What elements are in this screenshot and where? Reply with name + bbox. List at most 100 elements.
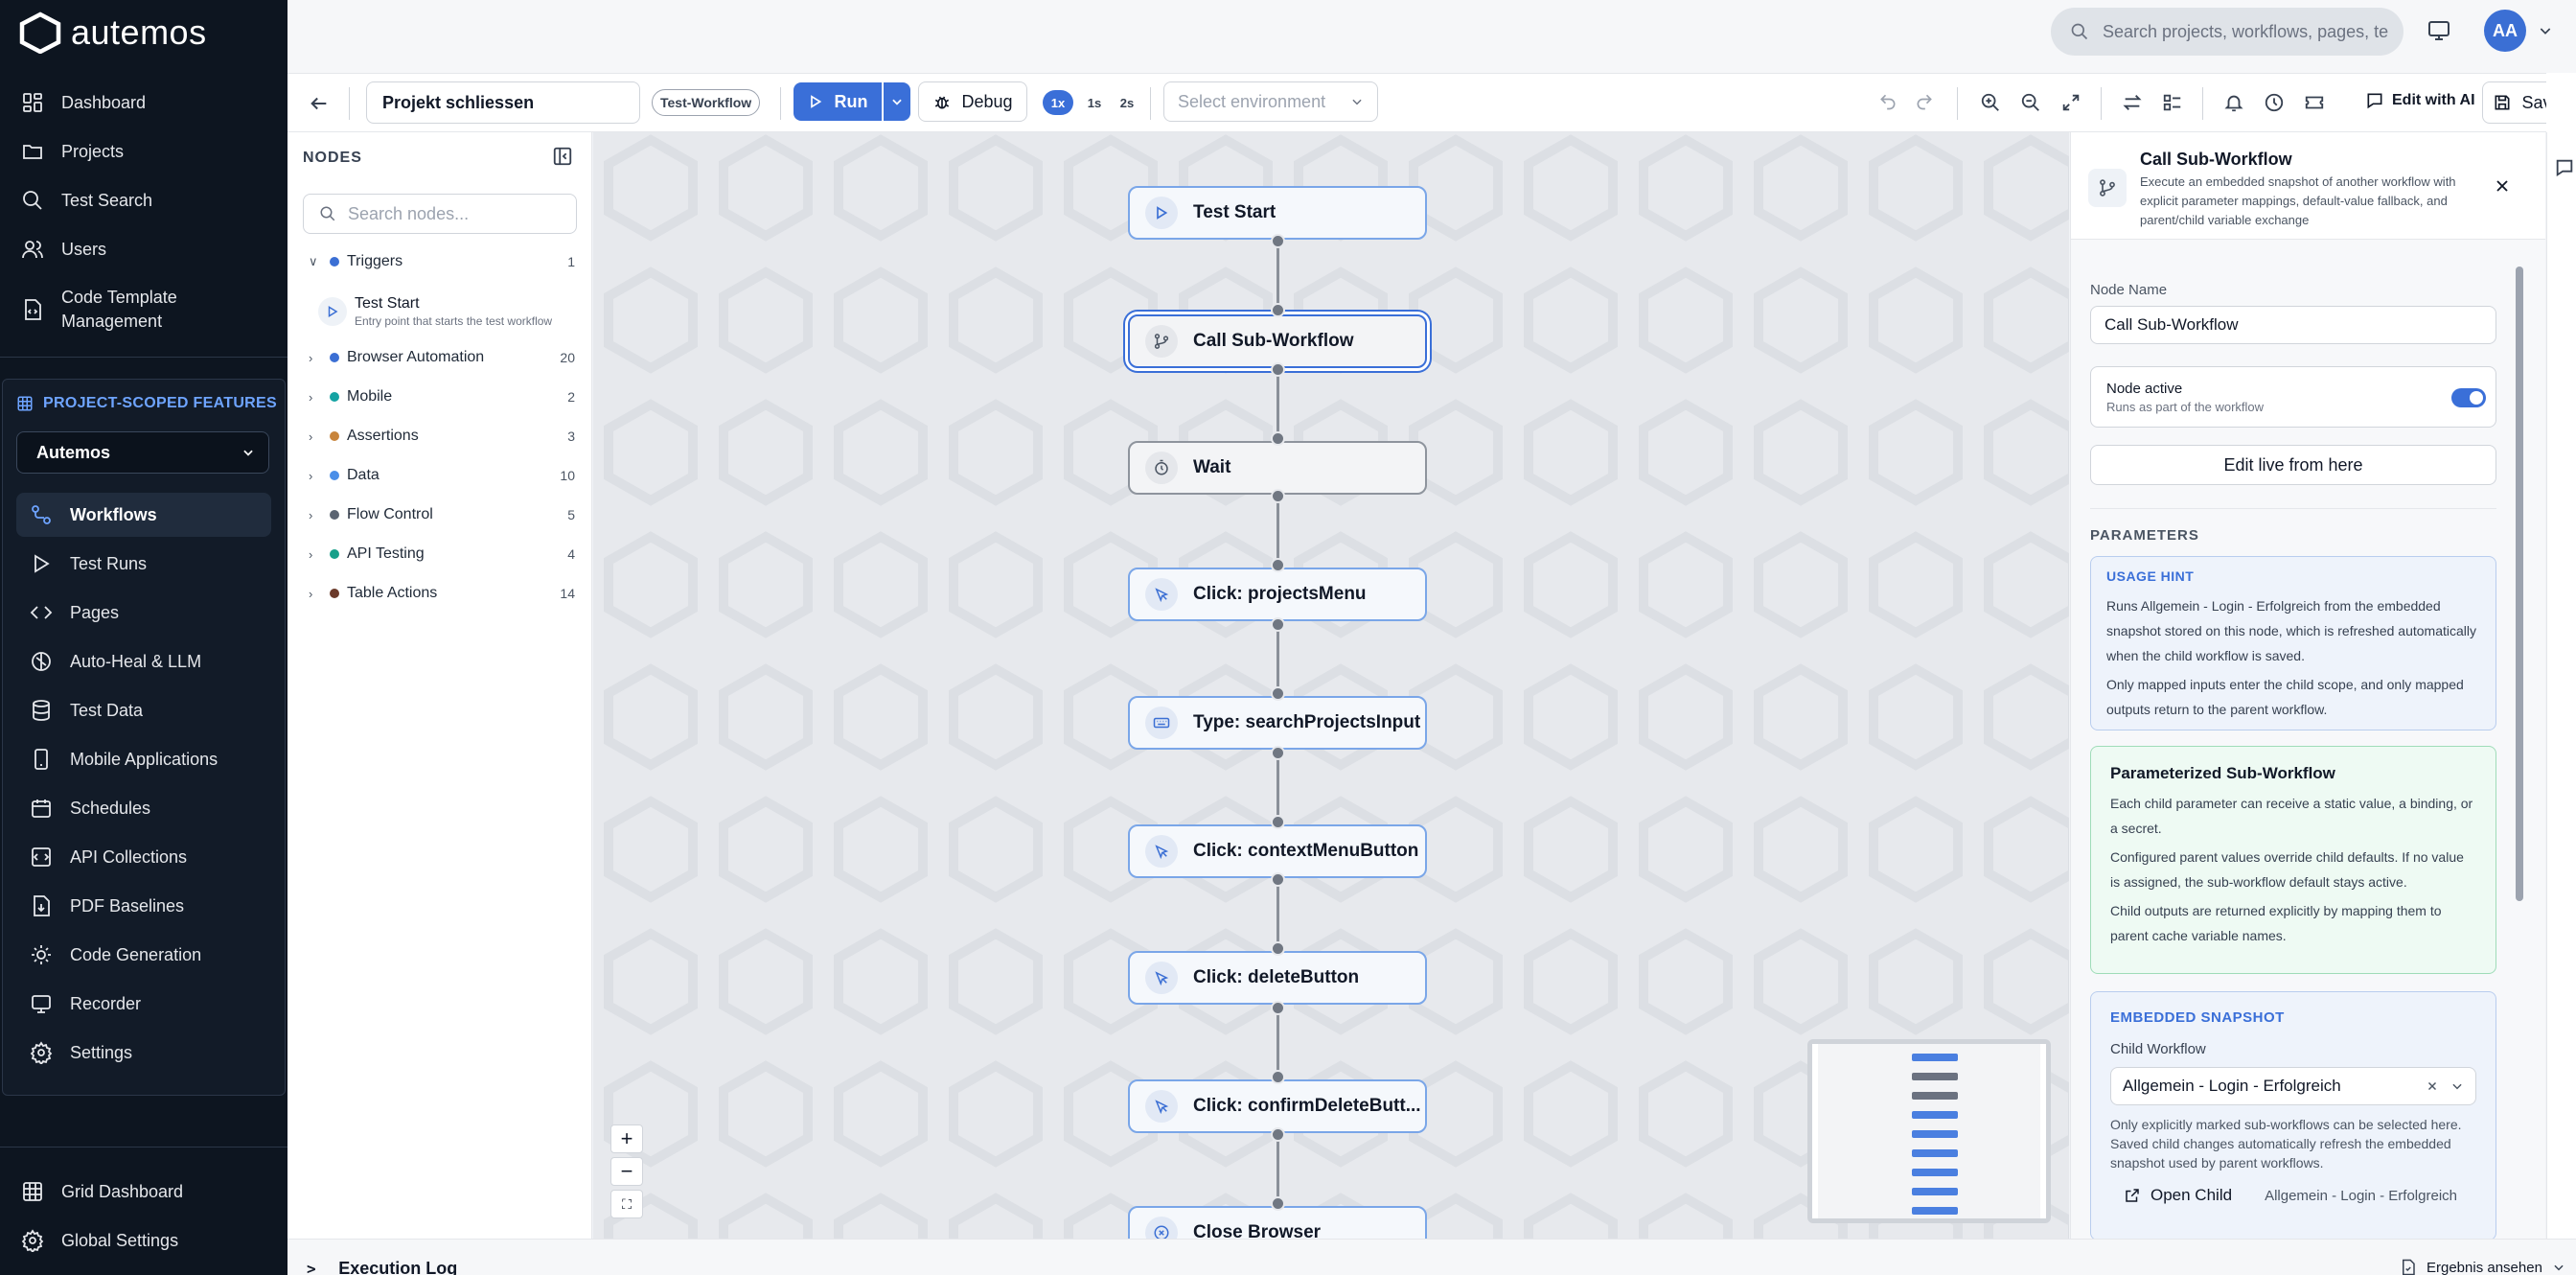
edit-live-button[interactable]: Edit live from here — [2090, 445, 2496, 485]
sidebar-item-dashboard[interactable]: Dashboard — [13, 81, 274, 125]
sidebar-item-grid-dashboard[interactable]: Grid Dashboard — [13, 1170, 274, 1214]
sidebar-item-settings[interactable]: Settings — [16, 1031, 271, 1075]
node-output-port[interactable] — [1271, 1001, 1285, 1015]
sidebar-item-recorder[interactable]: Recorder — [16, 982, 271, 1026]
workflow-name-input[interactable]: Projekt schliessen — [366, 81, 640, 124]
workflow-node-click-context-menu-button[interactable]: Click: contextMenuButton — [1128, 824, 1427, 878]
close-icon[interactable] — [2493, 176, 2512, 196]
user-avatar[interactable]: AA — [2484, 10, 2526, 52]
node-output-port[interactable] — [1271, 362, 1285, 377]
sidebar-item-test-data[interactable]: Test Data — [16, 688, 271, 732]
sidebar-item-pages[interactable]: Pages — [16, 591, 271, 635]
collapse-panel-icon[interactable] — [552, 146, 573, 167]
speed-option-1s[interactable]: 1s — [1083, 90, 1106, 115]
sidebar-item-test-search[interactable]: Test Search — [13, 178, 274, 222]
node-input-port[interactable] — [1271, 1070, 1285, 1084]
clear-icon[interactable] — [2426, 1079, 2439, 1093]
scrollbar-thumb[interactable] — [2516, 267, 2523, 901]
back-arrow-icon[interactable] — [309, 93, 330, 114]
node-name-input[interactable]: Call Sub-Workflow — [2090, 306, 2496, 344]
bell-icon[interactable] — [2223, 92, 2244, 113]
undo-icon[interactable] — [1878, 92, 1898, 111]
global-search-input[interactable]: Search projects, workflows, pages, te — [2051, 8, 2404, 56]
node-active-toggle[interactable] — [2451, 388, 2486, 407]
run-button[interactable]: Run — [794, 82, 882, 121]
edit-with-ai-button[interactable]: Edit with AI — [2365, 91, 2475, 110]
ticket-icon[interactable] — [2304, 92, 2325, 113]
node-category-api-testing[interactable]: › API Testing 4 — [309, 540, 575, 568]
zoom-in-icon[interactable] — [1980, 92, 2001, 113]
node-output-port[interactable] — [1271, 489, 1285, 503]
sidebar-item-code-template-management[interactable]: Code Template Management — [13, 280, 274, 339]
fit-view-button[interactable]: ⛶ — [610, 1190, 643, 1218]
workflow-node-wait[interactable]: Wait — [1128, 441, 1427, 495]
node-output-port[interactable] — [1271, 872, 1285, 887]
history-icon[interactable] — [2264, 92, 2285, 113]
workflow-node-type-search-projects-input[interactable]: Type: searchProjectsInput — [1128, 696, 1427, 750]
speed-option-2s[interactable]: 2s — [1116, 90, 1138, 115]
node-output-port[interactable] — [1271, 746, 1285, 760]
node-output-port[interactable] — [1271, 1127, 1285, 1142]
sidebar-item-pdf-baselines[interactable]: PDF Baselines — [16, 884, 271, 928]
node-category-data[interactable]: › Data 10 — [309, 461, 575, 490]
app-logo[interactable]: autemos — [17, 12, 207, 54]
workflow-node-click-confirm-delete-button[interactable]: Click: confirmDeleteButt... — [1128, 1079, 1427, 1133]
node-item-test-start[interactable]: Test Start Entry point that starts the t… — [318, 290, 577, 334]
canvas-minimap[interactable] — [1807, 1039, 2051, 1223]
node-category-browser-automation[interactable]: › Browser Automation 20 — [309, 343, 575, 372]
sidebar-item-mobile-applications[interactable]: Mobile Applications — [16, 737, 271, 781]
speed-option-1x[interactable]: 1x — [1043, 90, 1073, 115]
monitor-icon[interactable] — [2426, 19, 2451, 42]
node-category-triggers[interactable]: ∨ Triggers 1 — [309, 247, 575, 276]
checklist-icon[interactable] — [2162, 92, 2183, 113]
node-search-input[interactable]: Search nodes... — [303, 194, 577, 234]
comment-icon[interactable] — [2553, 157, 2576, 178]
workflow-node-call-sub-workflow[interactable]: Call Sub-Workflow — [1128, 314, 1427, 368]
node-category-flow-control[interactable]: › Flow Control 5 — [309, 500, 575, 529]
fit-view-icon[interactable] — [2060, 92, 2082, 113]
zoom-out-icon[interactable] — [2020, 92, 2041, 113]
node-input-port[interactable] — [1271, 941, 1285, 956]
sidebar-item-code-generation[interactable]: Code Generation — [16, 933, 271, 977]
run-options-button[interactable] — [884, 82, 910, 121]
environment-select[interactable]: Select environment — [1163, 81, 1378, 122]
node-input-port[interactable] — [1271, 431, 1285, 446]
node-input-port[interactable] — [1271, 558, 1285, 572]
chevron-down-icon[interactable] — [2538, 23, 2553, 38]
execution-log-toggle[interactable]: >_ Execution Log — [307, 1259, 457, 1275]
sidebar-item-test-runs[interactable]: Test Runs — [16, 542, 271, 586]
execution-log-bar[interactable]: >_ Execution Log Ergebnis ansehen — [288, 1239, 2576, 1275]
child-workflow-select[interactable]: Allgemein - Login - Erfolgreich — [2110, 1067, 2476, 1105]
node-category-table-actions[interactable]: › Table Actions 14 — [309, 579, 575, 608]
sidebar-item-workflows[interactable]: Workflows — [16, 493, 271, 537]
node-input-port[interactable] — [1271, 815, 1285, 829]
chevron-down-icon[interactable] — [2450, 1079, 2464, 1093]
sidebar-item-global-settings[interactable]: Global Settings — [13, 1218, 274, 1263]
workflow-canvas[interactable]: Test Start Call Sub-Workflow Wait Click:… — [593, 132, 2069, 1239]
open-child-button[interactable]: Open Child — [2150, 1186, 2232, 1205]
node-input-port[interactable] — [1271, 686, 1285, 701]
sidebar-item-api-collections[interactable]: API Collections — [16, 835, 271, 879]
properties-scrollbar[interactable] — [2516, 253, 2523, 1231]
node-input-port[interactable] — [1271, 1196, 1285, 1211]
sidebar-item-projects[interactable]: Projects — [13, 129, 274, 174]
sidebar-item-users[interactable]: Users — [13, 227, 274, 271]
workflow-node-click-delete-button[interactable]: Click: deleteButton — [1128, 951, 1427, 1005]
workflow-node-click-projects-menu[interactable]: Click: projectsMenu — [1128, 568, 1427, 621]
sidebar-item-schedules[interactable]: Schedules — [16, 786, 271, 830]
debug-button[interactable]: Debug — [918, 81, 1027, 122]
node-category-mobile[interactable]: › Mobile 2 — [309, 382, 575, 411]
sidebar-item-auto-heal[interactable]: Auto-Heal & LLM — [16, 639, 271, 684]
node-output-port[interactable] — [1271, 617, 1285, 632]
swap-icon[interactable] — [2122, 92, 2143, 113]
workflow-node-close-browser[interactable]: Close Browser — [1128, 1206, 1427, 1239]
node-input-port[interactable] — [1271, 303, 1285, 317]
zoom-in-button[interactable]: + — [610, 1124, 643, 1153]
node-output-port[interactable] — [1271, 234, 1285, 248]
workflow-node-test-start[interactable]: Test Start — [1128, 186, 1427, 240]
project-select[interactable]: Autemos — [16, 431, 269, 474]
node-category-assertions[interactable]: › Assertions 3 — [309, 422, 575, 451]
zoom-out-button[interactable]: − — [610, 1157, 643, 1186]
view-result-link[interactable]: Ergebnis ansehen — [2400, 1259, 2565, 1275]
redo-icon[interactable] — [1915, 92, 1934, 111]
